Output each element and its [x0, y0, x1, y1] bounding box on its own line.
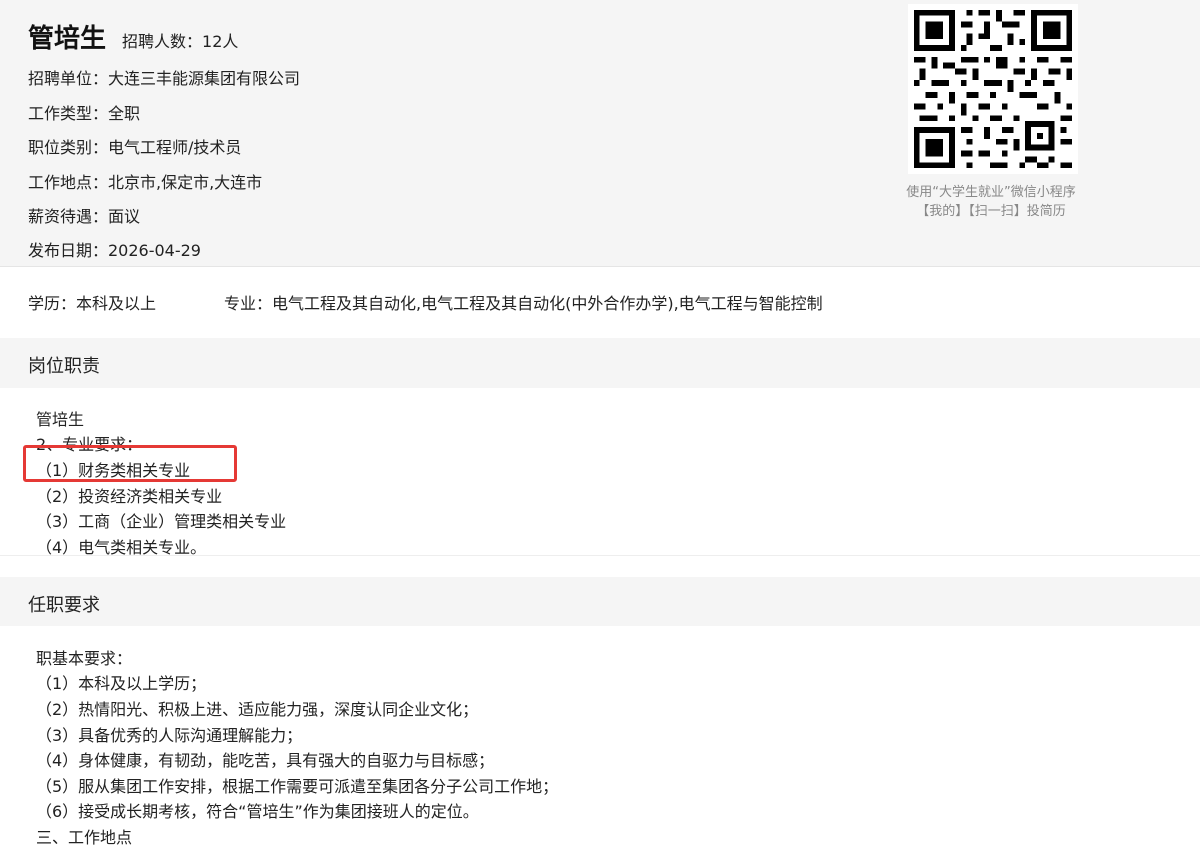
education-major-row: 学历：本科及以上 专业：电气工程及其自动化,电气工程及其自动化(中外合作办学),… — [0, 268, 1200, 336]
qr-caption-line-2: 【我的】【扫一扫】投简历 — [916, 204, 1066, 219]
qualifications-heading: 任职要求 — [28, 595, 100, 616]
qr-code-icon — [908, 4, 1078, 174]
headcount: 招聘人数：12人 — [122, 32, 239, 51]
qualification-line: （2）热情阳光、积极上进、适应能力强，深度认同企业文化； — [36, 700, 479, 719]
qualification-line: （6）接受成长期考核，符合“管培生”作为集团接班人的定位。 — [36, 802, 479, 821]
qr-caption-line-1: 使用“大学生就业”微信小程序 — [906, 185, 1076, 200]
duty-line: （4）电气类相关专业。 — [36, 538, 207, 557]
duty-line: （3）工商（企业）管理类相关专业 — [36, 512, 287, 531]
qualification-line: （4）身体健康，有韧劲，能吃苦，具有强大的自驱力与目标感； — [36, 751, 495, 770]
duty-line: 2、专业要求： — [36, 435, 143, 454]
salary-info: 薪资待遇：面议 — [28, 207, 141, 226]
publish-date-info: 发布日期：2026-04-29 — [28, 241, 201, 260]
duty-line: （2）投资经济类相关专业 — [36, 487, 223, 506]
duties-heading: 岗位职责 — [28, 356, 100, 377]
company-info: 招聘单位：大连三丰能源集团有限公司 — [28, 69, 301, 88]
qualification-line: 三、工作地点 — [36, 828, 133, 847]
education-requirement: 学历：本科及以上 — [28, 294, 157, 313]
duties-body: 管培生 2、专业要求： （1）财务类相关专业 （2）投资经济类相关专业 （3）工… — [0, 388, 1200, 557]
major-requirement: 专业：电气工程及其自动化,电气工程及其自动化(中外合作办学),电气工程与智能控制 — [224, 294, 823, 313]
duty-line: 管培生 — [36, 410, 85, 429]
qualifications-body: 职基本要求： （1）本科及以上学历； （2）热情阳光、积极上进、适应能力强，深度… — [0, 626, 1200, 850]
qualification-line: （3）具备优秀的人际沟通理解能力； — [36, 726, 303, 745]
title-row: 管培生 招聘人数：12人 — [28, 18, 238, 54]
job-title: 管培生 — [28, 24, 107, 54]
qualification-line: （1）本科及以上学历； — [36, 674, 207, 693]
qr-caption: 使用“大学生就业”微信小程序 【我的】【扫一扫】投简历 — [900, 183, 1082, 221]
qualifications-section-header: 任职要求 — [0, 577, 1200, 627]
duty-line: （1）财务类相关专业 — [36, 461, 191, 480]
job-type-info: 工作类型：全职 — [28, 104, 141, 123]
duties-section-header: 岗位职责 — [0, 338, 1200, 388]
qualification-line: （5）服从集团工作安排，根据工作需要可派遣至集团各分子公司工作地； — [36, 777, 559, 796]
job-header: 管培生 招聘人数：12人 招聘单位：大连三丰能源集团有限公司 工作类型：全职 职… — [0, 0, 1200, 267]
job-category-info: 职位类别：电气工程师/技术员 — [28, 138, 242, 157]
qualification-line: 职基本要求： — [36, 649, 133, 668]
location-info: 工作地点：北京市,保定市,大连市 — [28, 173, 263, 192]
